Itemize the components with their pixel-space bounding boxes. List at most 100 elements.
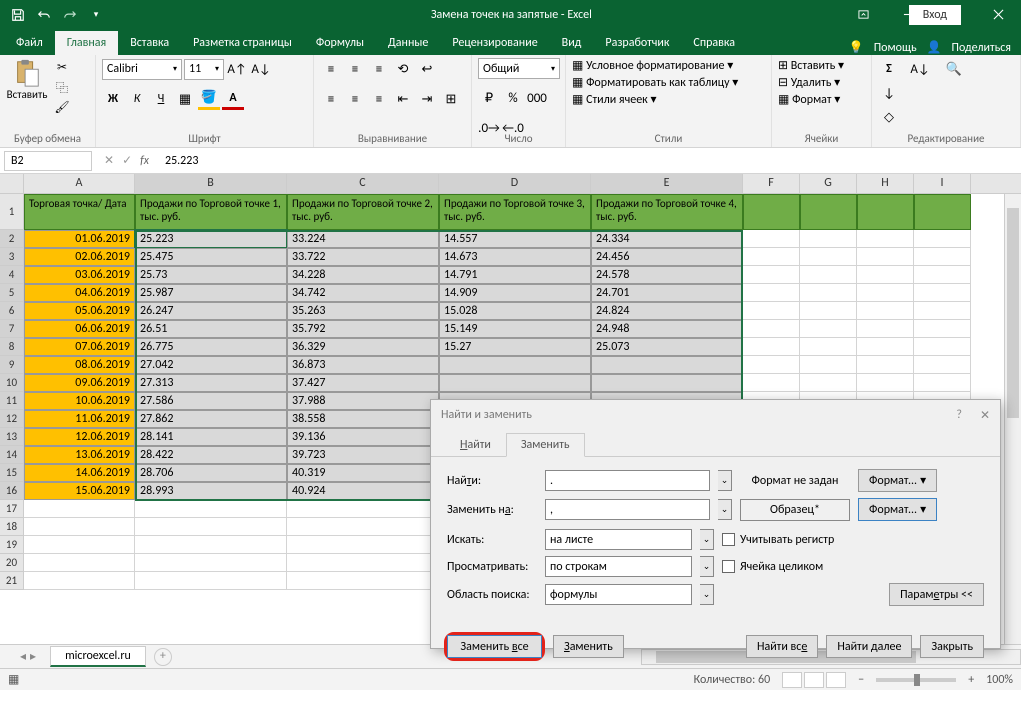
cell[interactable]: 14.06.2019 xyxy=(24,464,135,482)
cell[interactable]: 34.742 xyxy=(287,284,439,302)
cell[interactable]: 35.792 xyxy=(287,320,439,338)
find-history-dropdown[interactable]: ⌄ xyxy=(718,470,732,491)
find-select-icon[interactable]: 🔍 xyxy=(940,58,968,80)
cell[interactable]: 14.909 xyxy=(439,284,591,302)
delete-cells-button[interactable]: ⊟ Удалить ▾ xyxy=(778,75,840,90)
undo-icon[interactable] xyxy=(32,3,56,27)
cell[interactable]: Продажи по Торговой точке 2, тыс. руб. xyxy=(287,194,439,230)
row-header[interactable]: 4 xyxy=(0,266,24,284)
search-scope-combo[interactable] xyxy=(545,529,692,550)
col-header[interactable]: E xyxy=(591,174,743,193)
grow-font-icon[interactable]: A↑ xyxy=(226,58,248,80)
cell[interactable]: 25.073 xyxy=(591,338,743,356)
row-header[interactable]: 18 xyxy=(0,518,24,536)
sort-filter-icon[interactable]: A↓ xyxy=(906,58,934,80)
cell[interactable]: 33.722 xyxy=(287,248,439,266)
find-next-button[interactable]: Найти далее xyxy=(826,635,912,658)
select-all-corner[interactable] xyxy=(0,174,24,193)
row-header[interactable]: 7 xyxy=(0,320,24,338)
cell[interactable]: 25.223 xyxy=(135,230,287,248)
cell-styles-button[interactable]: ▦ Стили ячеек ▾ xyxy=(572,92,657,107)
page-break-view-icon[interactable] xyxy=(826,672,846,688)
minimize-icon[interactable] xyxy=(886,0,931,29)
formula-bar[interactable]: 25.223 xyxy=(157,152,1021,170)
currency-icon[interactable]: ₽ xyxy=(478,87,500,109)
tab-review[interactable]: Рецензирование xyxy=(440,31,549,55)
cell[interactable] xyxy=(591,374,743,392)
row-header[interactable]: 21 xyxy=(0,572,24,590)
wrap-icon[interactable]: ↩ xyxy=(416,58,438,80)
row-header[interactable]: 17 xyxy=(0,500,24,518)
indent-dec-icon[interactable]: ⇤ xyxy=(392,88,414,110)
row-header[interactable]: 20 xyxy=(0,554,24,572)
cell[interactable]: 39.136 xyxy=(287,428,439,446)
align-top-icon[interactable]: ≡ xyxy=(320,58,342,80)
format-painter-icon[interactable]: 🖌 xyxy=(52,98,72,116)
sheet-next-icon[interactable]: ▸ xyxy=(30,649,36,664)
tab-developer[interactable]: Разработчик xyxy=(593,31,681,55)
tab-home[interactable]: Главная xyxy=(55,31,118,55)
cell[interactable]: 28.993 xyxy=(135,482,287,500)
cell[interactable]: 12.06.2019 xyxy=(24,428,135,446)
accept-formula-icon[interactable]: ✓ xyxy=(122,153,132,168)
underline-button[interactable]: Ч xyxy=(150,88,172,110)
dialog-help-icon[interactable]: ? xyxy=(956,408,962,423)
format-table-button[interactable]: ▦ Форматировать как таблицу ▾ xyxy=(572,75,738,90)
cell[interactable] xyxy=(439,356,591,374)
row-header[interactable]: 13 xyxy=(0,428,24,446)
redo-icon[interactable] xyxy=(58,3,82,27)
cell[interactable]: 34.228 xyxy=(287,266,439,284)
sheet-prev-icon[interactable]: ◂ xyxy=(20,649,26,664)
replace-input[interactable] xyxy=(545,499,710,520)
cell[interactable]: 14.791 xyxy=(439,266,591,284)
cell[interactable]: 27.862 xyxy=(135,410,287,428)
ribbon-options-icon[interactable] xyxy=(841,0,886,29)
cell[interactable]: 40.924 xyxy=(287,482,439,500)
col-header[interactable]: I xyxy=(914,174,971,193)
cell[interactable]: 15.27 xyxy=(439,338,591,356)
cell[interactable]: 27.313 xyxy=(135,374,287,392)
cell[interactable]: 24.948 xyxy=(591,320,743,338)
cell[interactable]: 26.51 xyxy=(135,320,287,338)
col-header[interactable]: D xyxy=(439,174,591,193)
cell[interactable]: 35.263 xyxy=(287,302,439,320)
col-header[interactable]: F xyxy=(743,174,800,193)
row-header[interactable]: 6 xyxy=(0,302,24,320)
normal-view-icon[interactable] xyxy=(782,672,802,688)
vertical-scrollbar[interactable] xyxy=(1004,194,1021,644)
cell[interactable]: 39.723 xyxy=(287,446,439,464)
align-right-icon[interactable]: ≡ xyxy=(368,88,390,110)
save-icon[interactable] xyxy=(6,3,30,27)
col-header[interactable]: A xyxy=(24,174,135,193)
cell[interactable]: Продажи по Торговой точке 1, тыс. руб. xyxy=(135,194,287,230)
cell[interactable]: 15.149 xyxy=(439,320,591,338)
font-name-combo[interactable]: Calibri▾ xyxy=(102,59,182,80)
cell[interactable] xyxy=(439,374,591,392)
cell[interactable]: 24.578 xyxy=(591,266,743,284)
font-color-icon[interactable]: A xyxy=(222,88,244,110)
comma-icon[interactable]: 000 xyxy=(526,87,548,109)
cell[interactable]: 25.987 xyxy=(135,284,287,302)
tab-help[interactable]: Справка xyxy=(681,31,747,55)
cell[interactable]: 28.422 xyxy=(135,446,287,464)
cell[interactable]: 36.329 xyxy=(287,338,439,356)
align-left-icon[interactable]: ≡ xyxy=(320,88,342,110)
cell[interactable]: 10.06.2019 xyxy=(24,392,135,410)
row-header[interactable]: 16 xyxy=(0,482,24,500)
cell[interactable]: 24.334 xyxy=(591,230,743,248)
cell[interactable]: Торговая точка/ Дата xyxy=(24,194,135,230)
align-center-icon[interactable]: ≡ xyxy=(344,88,366,110)
copy-icon[interactable]: ⿻ xyxy=(52,78,72,96)
match-case-checkbox[interactable]: Учитывать регистр xyxy=(722,533,834,547)
options-toggle-button[interactable]: Параметры << xyxy=(889,583,984,606)
cell[interactable]: Продажи по Торговой точке 4, тыс. руб. xyxy=(591,194,743,230)
dialog-tab-find[interactable]: Найти xyxy=(445,433,506,457)
cell[interactable]: 24.824 xyxy=(591,302,743,320)
zoom-in-icon[interactable]: + xyxy=(968,673,974,687)
cell[interactable]: 28.706 xyxy=(135,464,287,482)
zoom-out-icon[interactable]: − xyxy=(858,673,864,687)
row-header[interactable]: 3 xyxy=(0,248,24,266)
shrink-font-icon[interactable]: A↓ xyxy=(250,58,272,80)
cell[interactable]: 24.456 xyxy=(591,248,743,266)
cell[interactable]: 08.06.2019 xyxy=(24,356,135,374)
